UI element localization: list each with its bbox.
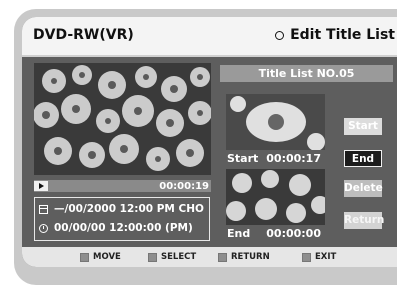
- time-line: 00/00/00 12:00:00 (PM): [54, 222, 193, 234]
- date-line: —/00/2000 12:00 PM CHO: [54, 203, 204, 215]
- end-button[interactable]: End: [344, 150, 382, 167]
- select-label: SELECT: [161, 252, 197, 262]
- return-label: RETURN: [231, 252, 270, 262]
- title-list-label: Title List NO.05: [220, 65, 393, 82]
- start-marker-label: Start: [227, 152, 259, 165]
- move-hint: MOVE: [80, 252, 121, 262]
- video-preview: [34, 63, 211, 175]
- menu-title: Edit Title List: [290, 27, 395, 43]
- return-button[interactable]: Return: [344, 212, 384, 229]
- exit-label: EXIT: [315, 252, 337, 262]
- enter-key-icon: [148, 252, 157, 262]
- calendar-icon: [39, 204, 48, 214]
- exit-hint: EXIT: [302, 252, 336, 262]
- start-button[interactable]: Start: [344, 118, 382, 135]
- select-hint: SELECT: [148, 252, 196, 262]
- start-marker-time: 00:00:17: [266, 152, 321, 165]
- end-thumbnail: [226, 169, 325, 225]
- menu-title-wrap: Edit Title List: [275, 27, 395, 43]
- key-guide: MOVE SELECT RETURN EXIT: [22, 247, 397, 267]
- elapsed-time: 00:00:19: [159, 181, 209, 192]
- device-label: DVD-RW(VR): [33, 27, 134, 43]
- date-row: —/00/2000 12:00 PM CHO: [39, 203, 204, 215]
- screen: DVD-RW(VR) Edit Title List 00:00:19 —/00…: [22, 17, 397, 267]
- return-hint: RETURN: [218, 252, 270, 262]
- arrow-keys-icon: [80, 252, 89, 262]
- circle-icon: [275, 30, 285, 40]
- time-row: 00/00/00 12:00:00 (PM): [39, 222, 193, 234]
- menu-header: DVD-RW(VR) Edit Title List: [22, 17, 397, 57]
- clock-icon: [39, 223, 48, 233]
- return-key-icon: [218, 252, 227, 262]
- delete-button[interactable]: Delete: [344, 180, 383, 197]
- exit-key-icon: [302, 252, 311, 262]
- recording-info: —/00/2000 12:00 PM CHO 00/00/00 12:00:00…: [34, 197, 210, 241]
- start-thumbnail: [226, 94, 325, 150]
- move-label: MOVE: [93, 252, 121, 262]
- play-icon[interactable]: [34, 181, 48, 191]
- end-marker-time: 00:00:00: [266, 227, 321, 240]
- end-marker-label: End: [227, 227, 251, 240]
